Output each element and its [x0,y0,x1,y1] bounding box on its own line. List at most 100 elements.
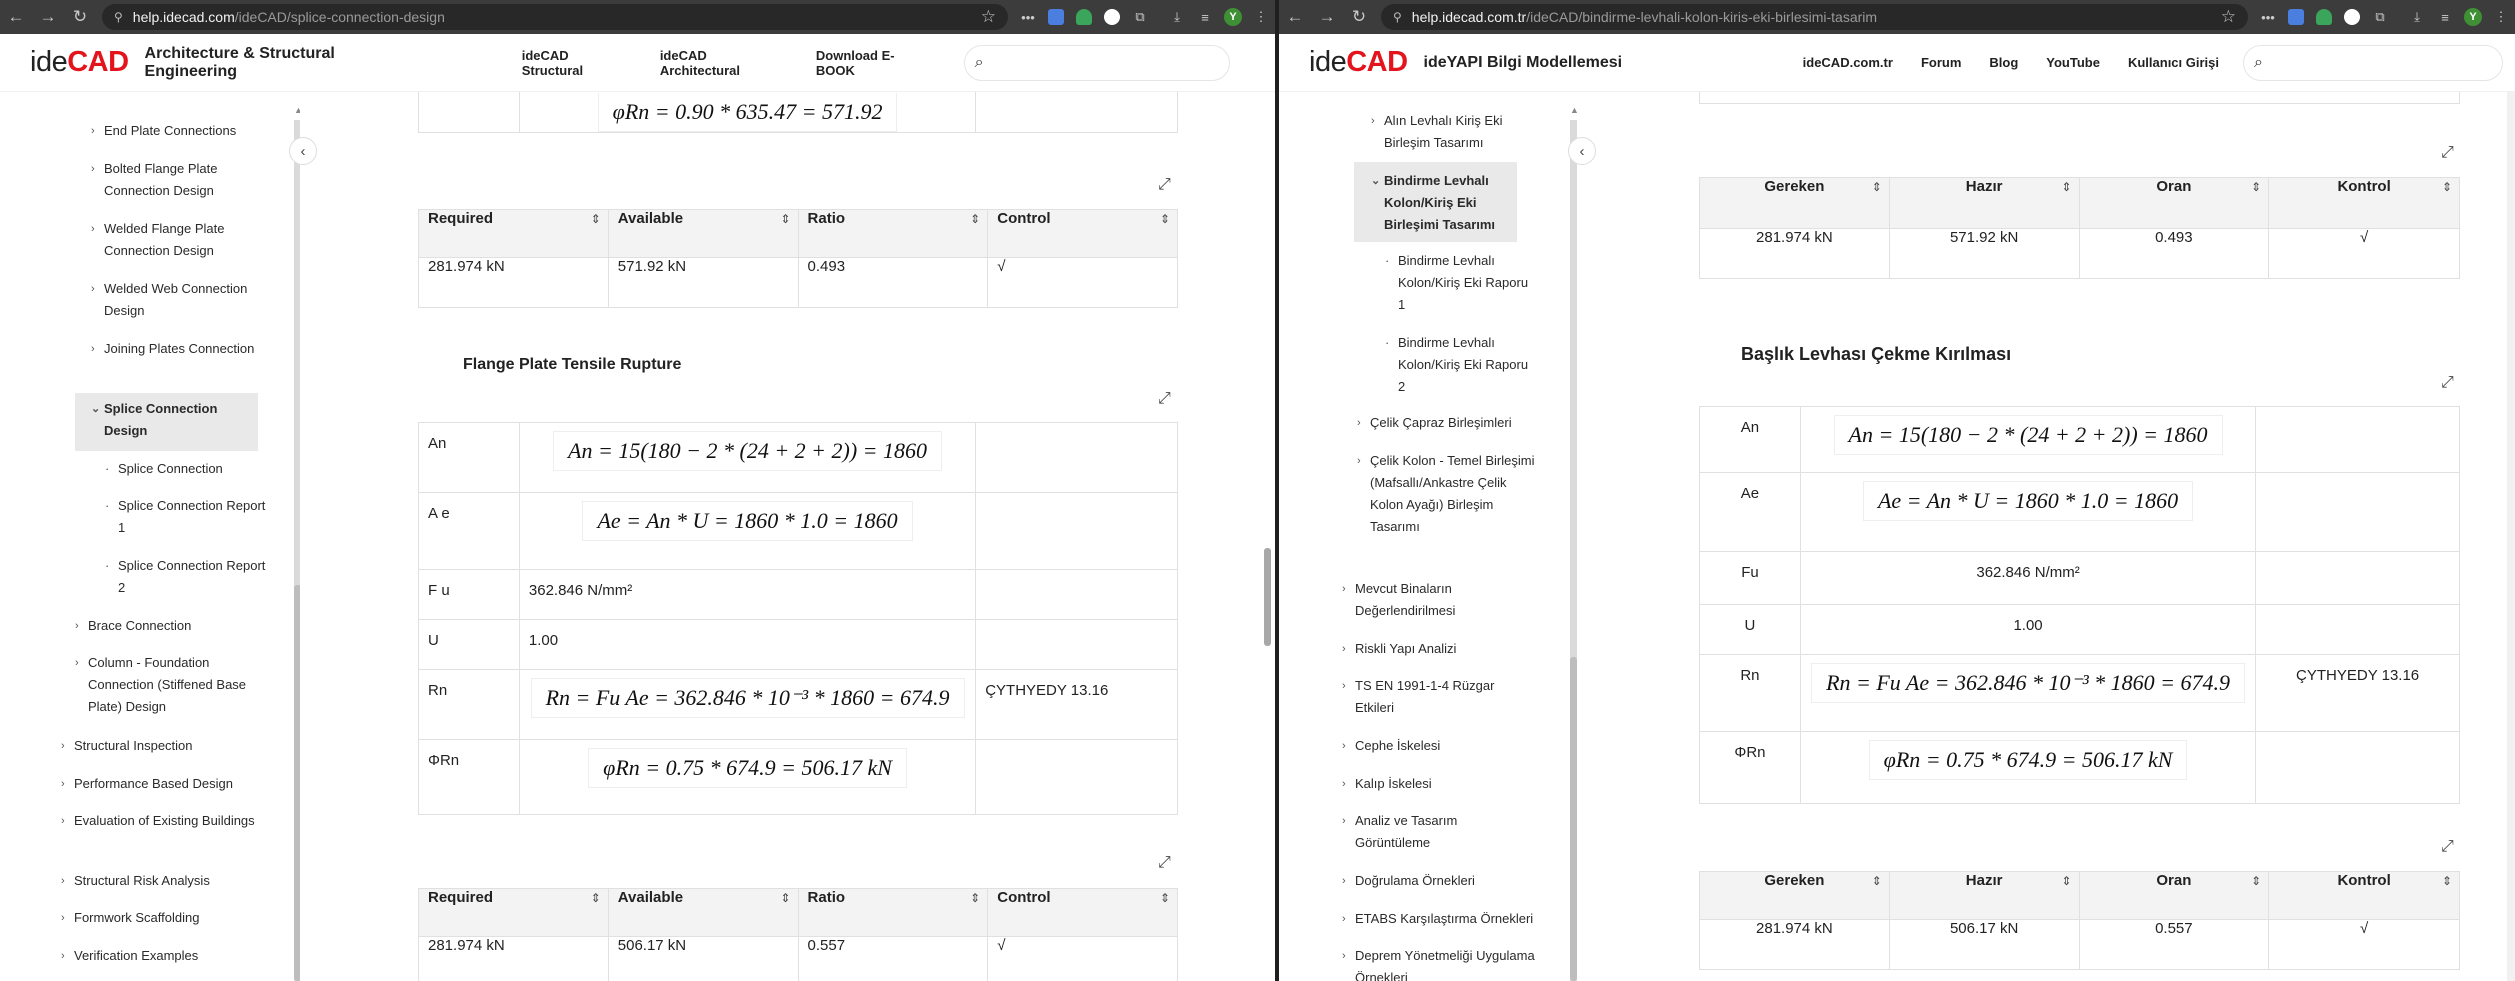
nav-link[interactable]: YouTube [2032,55,2114,70]
site-info-icon[interactable]: ⚲ [1393,10,1402,24]
sidebar-item[interactable]: › Analiz ve Tasarım Görüntüleme [1342,810,1535,854]
sort-icon[interactable]: ⇕ [780,212,790,226]
sidebar-item[interactable]: · Splice Connection Report 1 [105,495,268,539]
sort-icon[interactable]: ⇕ [1872,874,1882,888]
reading-list-icon[interactable]: ≡ [1192,4,1218,30]
column-header[interactable]: Control [997,210,1050,227]
reload-icon[interactable]: ↻ [1343,0,1375,34]
sidebar-item[interactable]: ⌄ Bindirme Levhalı Kolon/Kiriş Eki Birleş… [1371,170,1534,236]
forward-icon[interactable]: → [32,0,64,34]
column-header[interactable]: Available [618,210,683,227]
sort-icon[interactable]: ⇕ [2251,180,2261,194]
column-header[interactable]: Required [428,210,493,227]
reading-list-icon[interactable]: ≡ [2432,4,2458,30]
sort-icon[interactable]: ⇕ [780,891,790,905]
column-header[interactable]: Oran [2156,872,2191,889]
sidebar-item[interactable]: › Brace Connection [75,615,268,637]
sidebar-item[interactable]: › Structural Risk Analysis [61,870,274,892]
search-input[interactable]: ⌕ [2243,44,2503,81]
column-header[interactable]: Hazır [1966,178,2003,195]
address-bar[interactable]: ⚲ help.idecad.com /ideCAD/splice-connect… [102,4,1008,30]
extension-dots-icon[interactable]: ••• [2255,4,2281,30]
sidebar-item[interactable]: › Alın Levhalı Kiriş Eki Birleşim Tasarım… [1371,110,1534,154]
nav-link[interactable]: Forum [1907,55,1975,70]
sidebar-item[interactable]: › End Plate Connections [91,120,264,142]
sidebar-item[interactable]: › Structural Inspection [61,735,274,757]
sidebar-item[interactable]: › Riskli Yapı Analizi [1342,638,1535,660]
profile-avatar[interactable]: Y [1220,4,1246,30]
sidebar-item[interactable]: › Welded Flange Plate Connection Design [91,218,264,262]
back-icon[interactable]: ← [0,0,32,34]
sort-icon[interactable]: ⇕ [591,891,601,905]
reload-icon[interactable]: ↻ [64,0,96,34]
sidebar-item[interactable]: › Verification Examples [61,945,274,967]
nav-link[interactable]: Blog [1975,55,2032,70]
nav-link[interactable]: Download E-BOOK [802,48,946,78]
sort-icon[interactable]: ⇕ [2442,874,2452,888]
translate-extension-icon[interactable] [1043,4,1069,30]
sidebar-scroll-thumb[interactable] [294,585,300,981]
download-icon[interactable]: ⤓ [1164,4,1190,30]
column-header[interactable]: Gereken [1764,872,1824,889]
search-input[interactable]: ⌕ [963,44,1231,81]
forward-icon[interactable]: → [1311,0,1343,34]
site-title[interactable]: Architecture & Structural Engineering [145,45,428,81]
expand-table-icon[interactable]: ⤢ [1158,390,1171,408]
bookmark-star-icon[interactable]: ☆ [981,7,996,27]
sort-icon[interactable]: ⇕ [1872,180,1882,194]
expand-table-icon[interactable]: ⤢ [2441,838,2454,856]
nav-link[interactable]: Kullanıcı Girişi [2114,55,2233,70]
browser-menu-icon[interactable]: ⋮ [1248,4,1274,30]
column-header[interactable]: Required [428,889,493,906]
sort-icon[interactable]: ⇕ [1160,212,1170,226]
sidebar-item[interactable]: › TS EN 1991-1-4 Rüzgar Etkileri [1342,675,1535,719]
expand-table-icon[interactable]: ⤢ [2441,144,2454,162]
translate-extension-icon[interactable] [2283,4,2309,30]
sidebar-item[interactable]: · Bindirme Levhalı Kolon/Kiriş Eki Raporu… [1385,332,1538,398]
sort-icon[interactable]: ⇕ [2442,180,2452,194]
sort-icon[interactable]: ⇕ [2061,180,2071,194]
address-bar[interactable]: ⚲ help.idecad.com.tr /ideCAD/bindirme-le… [1381,4,2248,30]
page-scrollbar[interactable] [2507,92,2515,981]
download-icon[interactable]: ⤓ [2404,4,2430,30]
puzzle-extensions-icon[interactable]: ⧉ [1127,4,1153,30]
page-scroll-thumb[interactable] [1264,548,1271,646]
idecad-logo[interactable]: ideCAD [1309,46,1408,79]
browser-menu-icon[interactable]: ⋮ [2488,4,2514,30]
expand-table-icon[interactable]: ⤢ [1158,176,1171,194]
sidebar-item[interactable]: › Column - Foundation Connection (Stiffen… [75,652,268,718]
sidebar-item[interactable]: › Evaluation of Existing Buildings [61,810,274,832]
extension-dots-icon[interactable]: ••• [1015,4,1041,30]
collapse-sidebar-button[interactable]: ‹ [1568,137,1596,165]
idecad-logo[interactable]: ideCAD [30,46,129,79]
site-info-icon[interactable]: ⚲ [114,10,123,24]
column-header[interactable]: Ratio [808,210,846,227]
column-header[interactable]: Gereken [1764,178,1824,195]
sort-icon[interactable]: ⇕ [591,212,601,226]
expand-table-icon[interactable]: ⤢ [1158,854,1171,872]
sidebar-item[interactable]: › Joining Plates Connection [91,338,264,360]
sidebar-item[interactable]: › Formwork Scaffolding [61,907,274,929]
sidebar-item[interactable]: › Mevcut Binaların Değerlendirilmesi [1342,578,1535,622]
sidebar-item[interactable]: · Bindirme Levhalı Kolon/Kiriş Eki Raporu… [1385,250,1538,316]
sidebar-item[interactable]: › Cephe İskelesi [1342,735,1535,757]
sort-icon[interactable]: ⇕ [1160,891,1170,905]
column-header[interactable]: Kontrol [2337,872,2390,889]
sidebar-item[interactable]: · Splice Connection Report 2 [105,555,268,599]
nav-link[interactable]: ideCAD Structural [508,48,646,78]
shield-extension-icon[interactable] [2311,4,2337,30]
scroll-up-arrow-icon[interactable]: ▲ [294,105,300,115]
sidebar-item[interactable]: › Performance Based Design [61,773,274,795]
circle-extension-icon[interactable] [1099,4,1125,30]
sidebar-item[interactable]: › Welded Web Connection Design [91,278,264,322]
bookmark-star-icon[interactable]: ☆ [2221,7,2236,27]
back-icon[interactable]: ← [1279,0,1311,34]
sidebar-item[interactable]: › Deprem Yönetmeliği Uygulama Örnekleri [1342,945,1555,981]
sort-icon[interactable]: ⇕ [970,891,980,905]
sidebar-item[interactable]: › Çelik Çapraz Birleşimleri [1357,412,1560,434]
sidebar-item[interactable]: › Doğrulama Örnekleri [1342,870,1555,892]
circle-extension-icon[interactable] [2339,4,2365,30]
sidebar-scroll-thumb[interactable] [1570,657,1577,981]
nav-link[interactable]: ideCAD Architectural [646,48,802,78]
sort-icon[interactable]: ⇕ [2251,874,2261,888]
